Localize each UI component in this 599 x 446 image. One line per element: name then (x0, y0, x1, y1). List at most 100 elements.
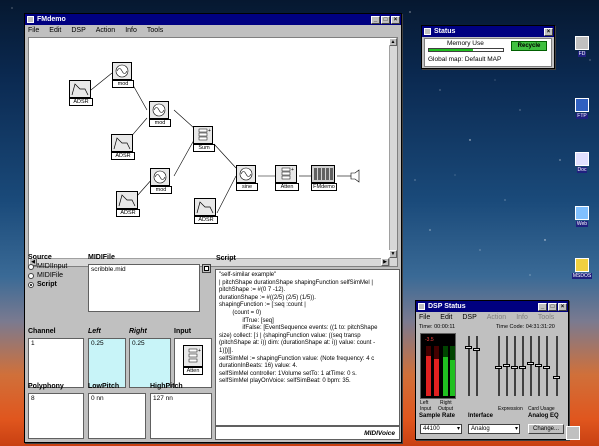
module-label: ADSR (69, 98, 93, 106)
window-title: FMdemo (37, 16, 66, 23)
close-button[interactable]: × (544, 27, 553, 36)
left-label: Left (88, 328, 101, 335)
module-adsr-1[interactable]: ADSR (69, 80, 93, 107)
fader-8[interactable] (535, 336, 542, 396)
fader-4[interactable] (503, 336, 510, 396)
menu-info[interactable]: Info (125, 27, 137, 34)
module-adsr-3[interactable]: ADSR (116, 191, 140, 218)
menu-action[interactable]: Action (96, 27, 115, 34)
fader-9[interactable] (543, 336, 550, 396)
oscillator-icon (149, 101, 169, 119)
status-titlebar[interactable]: Status × (422, 26, 554, 37)
menu-tools[interactable]: Tools (147, 27, 163, 34)
script-editor[interactable]: "self-similar example" | pitchShape durat… (215, 269, 400, 426)
left-field[interactable]: 0.25 (88, 338, 126, 388)
menu-dsp[interactable]: DSP (71, 27, 85, 34)
scroll-up-arrow-icon[interactable]: ▲ (389, 38, 397, 46)
desktop-icon-doc[interactable]: Doc (571, 152, 593, 173)
desktop-icon-fd[interactable]: FD (571, 36, 593, 57)
analog-eq-change-button[interactable]: Change... (528, 424, 564, 434)
input-field[interactable]: + Atten (174, 338, 212, 388)
fader-1[interactable] (465, 336, 472, 396)
script-line: durationShape := #((2/5) (2/5) (1/5)). (219, 294, 316, 301)
menu-edit[interactable]: Edit (440, 314, 452, 321)
patch-canvas[interactable]: ADSR mod ADSR mod + Sum mod ADSR ADSR si… (28, 37, 398, 267)
desktop-icon-web[interactable]: Web (571, 206, 593, 227)
highpitch-field[interactable]: 127 nn (150, 393, 212, 439)
fader-5[interactable] (511, 336, 518, 396)
right-field[interactable]: 0.25 (129, 338, 171, 388)
script-line: (pitchShape at: i)) dim: (durationShape … (219, 340, 376, 347)
fader-7[interactable] (527, 336, 534, 396)
sample-rate-select[interactable]: 44100 ▾ (420, 424, 462, 434)
scroll-down-arrow-icon[interactable]: ▼ (389, 250, 397, 258)
fader-3[interactable] (495, 336, 502, 396)
source-option-midifile[interactable]: MIDIFile (28, 272, 86, 279)
source-option-script[interactable]: Script (28, 281, 86, 288)
module-sum[interactable]: + Sum (193, 126, 215, 153)
desktop-icon-ftp[interactable]: FTP (571, 98, 593, 119)
browse-file-button[interactable] (202, 264, 211, 273)
menu-info: Info (516, 313, 528, 321)
dsp-titlebar[interactable]: DSP Status _ □ × (416, 301, 568, 312)
module-mod-2[interactable]: mod (149, 101, 171, 128)
level-meter: -3.5 (420, 333, 456, 399)
chevron-down-icon: ▾ (514, 426, 518, 432)
ftp-icon (575, 98, 589, 112)
oscillator-icon (150, 168, 170, 186)
maximize-button[interactable]: □ (548, 302, 557, 311)
fader-2[interactable] (473, 336, 480, 396)
file-icon (204, 266, 209, 271)
close-button[interactable]: × (391, 15, 400, 24)
fader-6[interactable] (519, 336, 526, 396)
interface-label: Interface (468, 413, 494, 419)
fmdemo-window: FMdemo _ □ × File Edit DSP Action Info T… (24, 13, 402, 443)
module-mod-3[interactable]: mod (150, 168, 172, 195)
expression-label: Expression (498, 406, 523, 412)
module-label: mod (112, 80, 134, 88)
channel-field[interactable]: 1 (28, 338, 84, 388)
brand-bar: MIDIVoice (215, 426, 400, 440)
module-sine[interactable]: sine (236, 165, 258, 192)
module-mod-1[interactable]: mod (112, 62, 134, 89)
svg-text:+: + (198, 348, 201, 354)
analog-eq-label: Analog EQ (528, 413, 559, 419)
close-button[interactable]: × (558, 302, 567, 311)
script-line: ifFalse: [EventSequence events: ((1 to: … (219, 325, 378, 332)
desktop-icon-msdos[interactable]: MSDOS (571, 258, 593, 279)
minimize-button[interactable]: _ (371, 15, 380, 24)
module-adsr-2[interactable]: ADSR (111, 134, 135, 161)
polyphony-label: Polyphony (28, 383, 64, 390)
canvas-vertical-scrollbar[interactable]: ▲ ▼ (389, 38, 397, 266)
menu-dsp[interactable]: DSP (462, 314, 476, 321)
fmdemo-titlebar[interactable]: FMdemo _ □ × (25, 14, 401, 25)
oscillator-icon (112, 62, 132, 80)
recycle-button[interactable]: Recycle (511, 41, 547, 51)
memory-use-fill (429, 49, 474, 51)
right-label: Right (129, 328, 147, 335)
interface-select[interactable]: Analog ▾ (468, 424, 520, 434)
recycle-bin-icon[interactable] (566, 426, 580, 440)
dsp-title: DSP Status (428, 303, 466, 310)
msdos-icon (575, 258, 589, 272)
maximize-button[interactable]: □ (381, 15, 390, 24)
scroll-right-arrow-icon[interactable]: ▶ (381, 258, 389, 266)
card-usage-meter (553, 336, 560, 396)
menu-file[interactable]: File (28, 27, 39, 34)
menu-edit[interactable]: Edit (49, 27, 61, 34)
time-readout: Time: 00:00:11 (419, 324, 456, 330)
lowpitch-field[interactable]: 0 nn (88, 393, 146, 439)
source-option-midiinput[interactable]: MIDIInput (28, 263, 86, 270)
menu-file[interactable]: File (419, 314, 430, 321)
module-atten[interactable]: + Atten (275, 165, 299, 192)
script-line: shapingFunction := [:seq :count | (219, 302, 306, 309)
envelope-icon (69, 80, 91, 98)
midifile-field[interactable]: scribble.mid (88, 264, 200, 312)
input-atten-module[interactable]: + Atten (183, 345, 203, 379)
minimize-button[interactable]: _ (538, 302, 547, 311)
module-fmdemo[interactable]: FMdemo (311, 165, 337, 192)
script-line: "self-similar example" (219, 272, 277, 278)
polyphony-field[interactable]: 8 (28, 393, 84, 439)
module-label: FMdemo (311, 183, 337, 191)
module-adsr-4[interactable]: ADSR (194, 198, 218, 225)
